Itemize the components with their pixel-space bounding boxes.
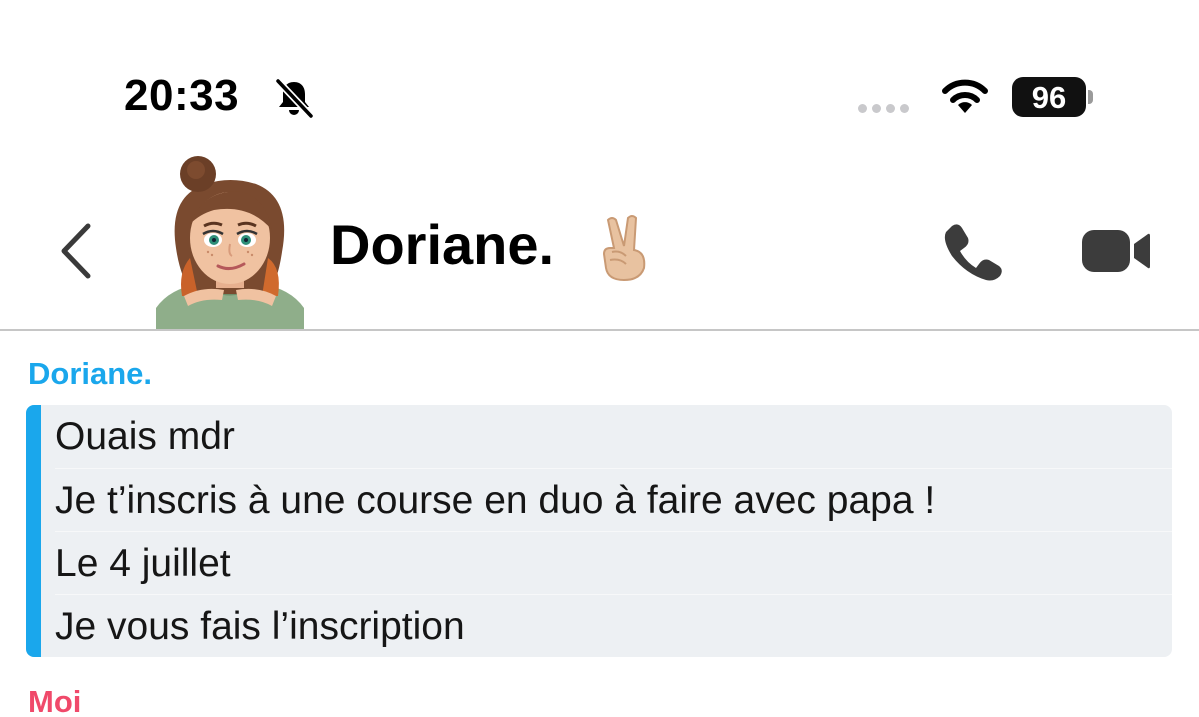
avatar[interactable] (150, 148, 310, 330)
contact-name[interactable]: Doriane. (330, 214, 554, 276)
message-item[interactable]: Je vous fais l’inscription (55, 594, 1172, 657)
message-group-doriane: Ouais mdr Je t’inscris à une course en d… (26, 405, 1172, 657)
battery-level: 96 (1031, 79, 1067, 115)
message-item[interactable]: Ouais mdr (55, 405, 1172, 468)
phone-icon (944, 224, 1002, 281)
message-item[interactable]: Je t’inscris à une course en duo à faire… (55, 468, 1172, 532)
sender-name-doriane: Doriane. (28, 356, 153, 391)
wifi-icon (942, 79, 988, 113)
cellular-signal-icon (858, 104, 909, 113)
status-time: 20:33 (124, 71, 240, 120)
chevron-left-icon (61, 223, 91, 279)
battery-tip (1088, 90, 1093, 104)
message-accent-bar (26, 405, 41, 657)
sender-name-me: Moi (28, 684, 82, 717)
back-button[interactable] (52, 216, 104, 286)
chat-screen: 20:33 96 Doriane. Doriane. Ouais mdr Je … (0, 0, 1199, 717)
video-call-button[interactable] (1080, 226, 1152, 276)
header-divider (0, 329, 1199, 331)
phone-call-button[interactable] (940, 220, 1006, 282)
victory-hand-emoji-icon (602, 215, 646, 282)
bell-slash-icon (274, 77, 315, 120)
message-item[interactable]: Le 4 juillet (55, 531, 1172, 595)
video-camera-icon (1082, 230, 1150, 272)
battery-indicator: 96 (1012, 77, 1086, 117)
